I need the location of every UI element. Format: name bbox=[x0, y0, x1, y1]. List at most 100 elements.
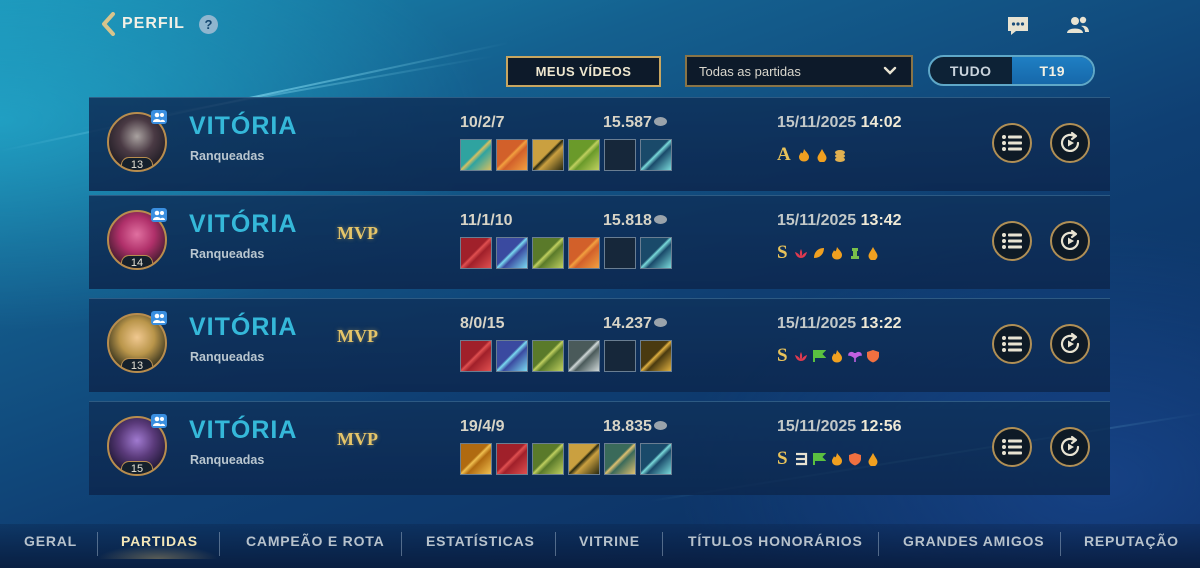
coins-icon bbox=[833, 148, 847, 162]
gold-icon bbox=[653, 318, 667, 327]
back-button[interactable]: PERFIL bbox=[100, 12, 185, 36]
item-icon[interactable] bbox=[496, 237, 528, 269]
item-icon[interactable] bbox=[568, 139, 600, 171]
match-result: VITÓRIA bbox=[189, 416, 298, 444]
gold-earned: 18.835 bbox=[603, 418, 667, 436]
tab-champion-and-lane[interactable]: CAMPEÃO E ROTA bbox=[246, 533, 385, 549]
item-icon[interactable] bbox=[532, 237, 564, 269]
match-details-button[interactable] bbox=[992, 123, 1032, 163]
friends-icon[interactable] bbox=[1066, 15, 1090, 40]
champion-avatar[interactable]: 15 bbox=[107, 414, 171, 484]
item-icon[interactable] bbox=[604, 443, 636, 475]
gold-icon bbox=[653, 421, 667, 430]
tab-reputation[interactable]: REPUTAÇÃO bbox=[1084, 533, 1179, 549]
item-icon[interactable] bbox=[640, 237, 672, 269]
item-icon[interactable] bbox=[460, 340, 492, 372]
tab-divider bbox=[555, 532, 556, 556]
party-icon bbox=[151, 208, 167, 222]
replay-icon bbox=[1060, 229, 1080, 250]
tab-statistics[interactable]: ESTATÍSTICAS bbox=[426, 533, 535, 549]
leaf-icon bbox=[812, 246, 826, 260]
item-icon[interactable] bbox=[532, 139, 564, 171]
empty-item-slot bbox=[604, 340, 636, 372]
champion-level: 15 bbox=[121, 461, 153, 474]
gold-value: 15.587 bbox=[603, 114, 652, 131]
list-icon bbox=[1002, 336, 1022, 352]
flame-icon bbox=[830, 349, 844, 363]
item-icon[interactable] bbox=[568, 443, 600, 475]
match-card[interactable]: 13 VITÓRIA Ranqueadas 10/2/7 15.587 15/11/202… bbox=[89, 97, 1110, 191]
item-icon[interactable] bbox=[532, 443, 564, 475]
kda-score: 19/4/9 bbox=[460, 418, 505, 435]
performance-grade: S bbox=[777, 448, 788, 469]
my-videos-button[interactable]: MEUS VÍDEOS bbox=[506, 56, 661, 87]
chat-icon[interactable] bbox=[1006, 15, 1030, 42]
season-toggle[interactable]: TUDO T19 bbox=[928, 55, 1095, 86]
flame-icon bbox=[830, 246, 844, 260]
match-details-button[interactable] bbox=[992, 427, 1032, 467]
tab-honor-titles[interactable]: TÍTULOS HONORÁRIOS bbox=[688, 533, 863, 549]
match-datetime: 15/11/2025 13:42 bbox=[777, 212, 902, 230]
match-date: 15/11/2025 bbox=[777, 212, 857, 229]
item-icon[interactable] bbox=[496, 139, 528, 171]
item-icon[interactable] bbox=[640, 443, 672, 475]
gold-icon bbox=[653, 117, 667, 126]
item-build bbox=[460, 340, 672, 372]
replay-button[interactable] bbox=[1050, 427, 1090, 467]
match-result: VITÓRIA bbox=[189, 313, 298, 341]
item-icon[interactable] bbox=[460, 139, 492, 171]
replay-icon bbox=[1060, 131, 1080, 152]
tab-general[interactable]: GERAL bbox=[24, 533, 77, 549]
item-icon[interactable] bbox=[568, 340, 600, 372]
achievement-badges: A bbox=[777, 144, 847, 166]
gold-icon bbox=[653, 215, 667, 224]
item-icon[interactable] bbox=[460, 443, 492, 475]
champion-level: 13 bbox=[121, 157, 153, 170]
party-icon bbox=[151, 311, 167, 325]
toggle-all[interactable]: TUDO bbox=[930, 57, 1012, 84]
wings-icon bbox=[847, 349, 862, 363]
replay-button[interactable] bbox=[1050, 123, 1090, 163]
match-details-button[interactable] bbox=[992, 324, 1032, 364]
drop-icon bbox=[866, 246, 880, 261]
champion-avatar[interactable]: 13 bbox=[107, 110, 171, 180]
match-filter-value: Todas as partidas bbox=[699, 63, 801, 79]
tab-best-friends[interactable]: GRANDES AMIGOS bbox=[903, 533, 1044, 549]
tab-divider bbox=[878, 532, 879, 556]
champion-avatar[interactable]: 13 bbox=[107, 311, 171, 381]
gold-value: 14.237 bbox=[603, 315, 652, 332]
help-icon[interactable]: ? bbox=[199, 15, 218, 34]
item-icon[interactable] bbox=[640, 139, 672, 171]
replay-button[interactable] bbox=[1050, 324, 1090, 364]
match-card[interactable]: 14 VITÓRIA Ranqueadas MVP 11/1/10 15.818 15/11… bbox=[89, 195, 1110, 289]
toggle-season[interactable]: T19 bbox=[1011, 57, 1093, 84]
tower-icon bbox=[848, 246, 862, 260]
replay-button[interactable] bbox=[1050, 221, 1090, 261]
item-icon[interactable] bbox=[532, 340, 564, 372]
tab-showcase[interactable]: VITRINE bbox=[579, 533, 640, 549]
game-mode: Ranqueadas bbox=[190, 247, 265, 261]
item-icon[interactable] bbox=[496, 443, 528, 475]
match-card[interactable]: 15 VITÓRIA Ranqueadas MVP 19/4/9 18.835 15/11/… bbox=[89, 401, 1110, 495]
chevron-left-icon bbox=[102, 12, 115, 36]
item-icon[interactable] bbox=[568, 237, 600, 269]
item-icon[interactable] bbox=[496, 340, 528, 372]
match-filter-select[interactable]: Todas as partidas bbox=[685, 55, 913, 87]
champion-avatar[interactable]: 14 bbox=[107, 208, 171, 278]
performance-grade: A bbox=[777, 144, 791, 165]
champion-level: 14 bbox=[121, 255, 153, 268]
bottom-nav: GERAL PARTIDAS CAMPEÃO E ROTA ESTATÍSTIC… bbox=[0, 524, 1200, 568]
champion-level: 13 bbox=[121, 358, 153, 371]
item-icon[interactable] bbox=[460, 237, 492, 269]
tab-matches[interactable]: PARTIDAS bbox=[121, 533, 198, 549]
match-time: 12:56 bbox=[860, 418, 902, 435]
item-icon[interactable] bbox=[640, 340, 672, 372]
triple-kill-icon bbox=[794, 452, 808, 466]
match-details-button[interactable] bbox=[992, 221, 1032, 261]
flag-icon bbox=[812, 349, 826, 363]
chevron-down-icon bbox=[883, 66, 897, 75]
list-icon bbox=[1002, 135, 1022, 151]
performance-grade: S bbox=[777, 242, 788, 263]
match-card[interactable]: 13 VITÓRIA Ranqueadas MVP 8/0/15 14.237 15/11/… bbox=[89, 298, 1110, 392]
kda-score: 10/2/7 bbox=[460, 114, 505, 131]
